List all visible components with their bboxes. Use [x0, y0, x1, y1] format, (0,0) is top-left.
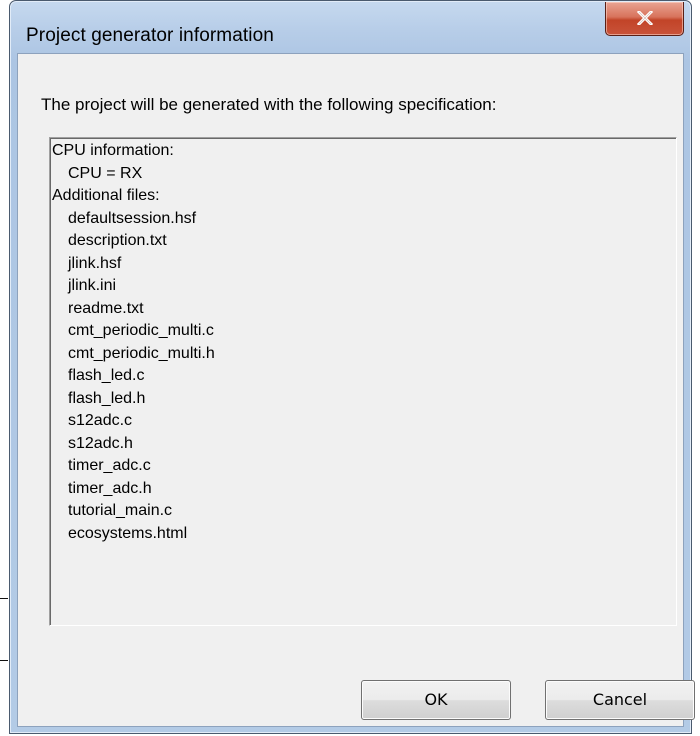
dialog-heading: The project will be generated with the f…	[41, 95, 497, 114]
specification-listbox[interactable]: CPU information: CPU = RX Additional files…	[49, 137, 677, 626]
list-item: jlink.ini	[68, 277, 117, 294]
list-item: flash_led.h	[68, 389, 146, 407]
dialog-window: Project generator information The projec…	[9, 0, 695, 734]
list-item: cmt_periodic_multi.h	[68, 344, 215, 362]
list-item: cmt_periodic_multi.c	[68, 322, 214, 339]
title-bar[interactable]: Project generator information	[10, 1, 691, 53]
list-item: description.txt	[68, 232, 167, 249]
close-icon	[637, 11, 653, 25]
list-item: CPU information:	[52, 142, 174, 159]
list-item: defaultsession.hsf	[68, 209, 197, 227]
list-item: readme.txt	[68, 299, 144, 317]
list-item: s12adc.h	[68, 434, 133, 452]
ok-button[interactable]: OK	[361, 680, 511, 720]
list-item: timer_adc.h	[68, 479, 152, 497]
background-left-strip	[0, 0, 9, 736]
list-item: Additional files:	[52, 187, 160, 204]
list-item: s12adc.c	[68, 412, 133, 429]
list-item: timer_adc.c	[68, 457, 151, 474]
dialog-client-area: The project will be generated with the f…	[17, 53, 695, 727]
list-item: jlink.hsf	[68, 254, 122, 272]
window-title: Project generator information	[26, 25, 274, 46]
background-mark	[0, 598, 8, 599]
cancel-button[interactable]: Cancel	[545, 680, 695, 720]
list-item: tutorial_main.c	[68, 502, 173, 519]
list-item: ecosystems.html	[68, 524, 188, 542]
background-mark	[0, 660, 8, 661]
specification-list: CPU information: CPU = RX Additional files…	[52, 140, 215, 545]
close-button[interactable]	[605, 2, 684, 36]
list-item: CPU = RX	[68, 164, 143, 182]
list-item: flash_led.c	[68, 367, 145, 384]
